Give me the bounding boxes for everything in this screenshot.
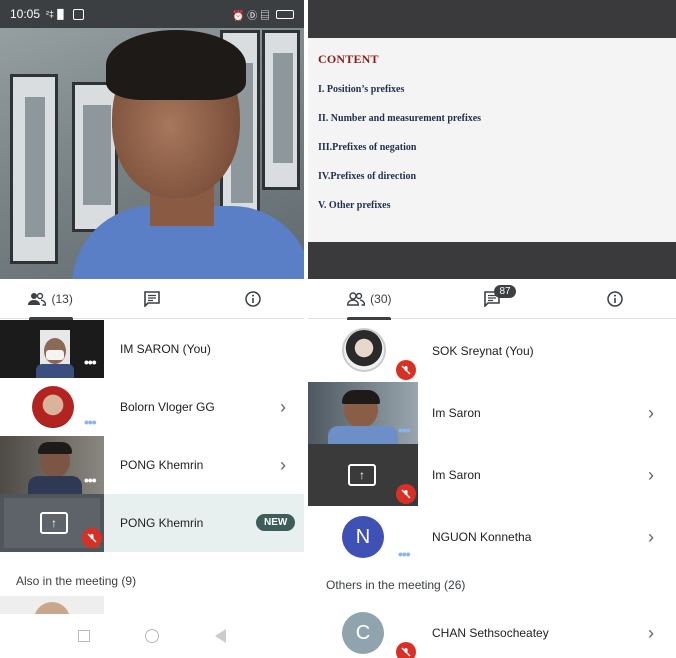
participant-name: PONG Khemrin (120, 458, 204, 472)
people-count: (30) (370, 291, 392, 306)
slide-item: I. Position’s prefixes (318, 84, 405, 95)
info-icon (606, 290, 623, 307)
chevron-right-icon[interactable]: › (648, 624, 654, 642)
recents-icon[interactable] (77, 630, 90, 642)
avatar: N (342, 516, 384, 558)
audio-indicator-icon: ••• (84, 472, 97, 488)
present-screen-icon: ↑ (40, 512, 68, 534)
app-notification-icon (72, 8, 84, 20)
participant-row[interactable]: SOK Sreynat (You) (308, 320, 676, 382)
new-badge: NEW (256, 514, 296, 531)
mic-off-icon (396, 642, 416, 658)
participant-name: PONG Khemrin (120, 516, 204, 530)
tab-people[interactable]: (30) (308, 279, 431, 320)
wall-poster (262, 30, 300, 190)
slide-item: III.Prefixes of negation (318, 142, 417, 153)
wall-poster (10, 74, 58, 264)
more-options-icon[interactable]: ••• (84, 354, 97, 370)
participant-row[interactable]: C CHAN Sethsocheatey › (308, 602, 676, 658)
wall-poster (72, 82, 118, 232)
participant-row[interactable]: ••• Bolorn Vloger GG › (0, 378, 304, 436)
chat-unread-badge: 87 (494, 284, 516, 298)
tab-info[interactable] (553, 279, 676, 319)
participant-name: SOK Sreynat (You) (432, 344, 534, 358)
tab-bar: (30) 87 (308, 279, 676, 320)
android-nav-bar (0, 614, 304, 658)
right-screenshot: CONTENT I. Position’s prefixes II. Numbe… (308, 0, 676, 658)
battery-icon (276, 9, 294, 19)
participant-row[interactable]: N ••• NGUON Konnetha › (308, 506, 676, 568)
mic-off-icon (82, 528, 102, 548)
slide: CONTENT I. Position’s prefixes II. Numbe… (308, 38, 676, 242)
chevron-right-icon[interactable]: › (648, 466, 654, 484)
audio-indicator-icon: ••• (84, 414, 97, 430)
participant-name: IM SARON (You) (120, 342, 211, 356)
participant-row-presentation[interactable]: ↑ Im Saron › (308, 444, 676, 506)
signal-icon: ²‡▐▌ (46, 9, 67, 19)
slide-item: IV.Prefixes of direction (318, 171, 417, 182)
home-icon[interactable] (145, 629, 160, 643)
chevron-right-icon[interactable]: › (280, 398, 286, 416)
people-count: (13) (51, 291, 73, 306)
avatar: C (342, 612, 384, 654)
participant-row-presentation[interactable]: ↑ PONG Khemrin NEW (0, 494, 304, 552)
tab-people[interactable]: (13) (0, 279, 101, 320)
audio-indicator-icon: ••• (398, 422, 411, 438)
participant-row[interactable]: ••• Im Saron › (308, 382, 676, 444)
section-label: Others in the meeting (26) (326, 578, 466, 592)
slide-item: II. Number and measurement prefixes (318, 113, 482, 124)
participant-name: Bolorn Vloger GG (120, 400, 215, 414)
tab-bar: (13) (0, 279, 304, 320)
presentation-view[interactable]: CONTENT I. Position’s prefixes II. Numbe… (308, 0, 676, 279)
left-screenshot: 10:05 ²‡▐▌ ⏰ Ⓓ ▤ (13) ••• IM SARON (You)… (0, 0, 304, 658)
participant-thumbnail (0, 596, 104, 616)
people-icon (28, 292, 47, 306)
tab-chat[interactable]: 87 (431, 279, 554, 319)
system-status-icons: ⏰ Ⓓ ▤ (231, 10, 270, 22)
participant-row[interactable]: ••• IM SARON (You) (0, 320, 304, 378)
participant-hair (106, 30, 246, 100)
slide-title: CONTENT (318, 52, 379, 66)
section-label: Also in the meeting (9) (16, 574, 137, 588)
audio-indicator-icon: ••• (398, 546, 411, 562)
mic-off-icon (396, 484, 416, 504)
tab-info[interactable] (203, 279, 304, 319)
people-icon (347, 291, 366, 306)
slide-item: V. Other prefixes (318, 200, 391, 211)
participant-name: Im Saron (432, 468, 481, 482)
participant-name: NGUON Konnetha (432, 530, 532, 544)
chevron-right-icon[interactable]: › (648, 528, 654, 546)
status-bar: 10:05 ²‡▐▌ ⏰ Ⓓ ▤ (0, 0, 304, 28)
participant-row[interactable]: ••• PONG Khemrin › (0, 436, 304, 494)
main-video-tile[interactable]: 10:05 ²‡▐▌ ⏰ Ⓓ ▤ (0, 0, 304, 279)
present-screen-icon: ↑ (348, 464, 376, 486)
tab-chat[interactable] (101, 279, 202, 319)
clock: 10:05 (10, 7, 41, 21)
participant-name: Im Saron (432, 406, 481, 420)
chat-icon (144, 290, 160, 307)
chevron-right-icon[interactable]: › (648, 404, 654, 422)
chevron-right-icon[interactable]: › (280, 456, 286, 474)
mic-off-icon (396, 360, 416, 380)
back-icon[interactable] (215, 629, 227, 643)
info-icon (245, 290, 262, 307)
participant-row[interactable] (0, 596, 304, 616)
participant-name: CHAN Sethsocheatey (432, 626, 549, 640)
